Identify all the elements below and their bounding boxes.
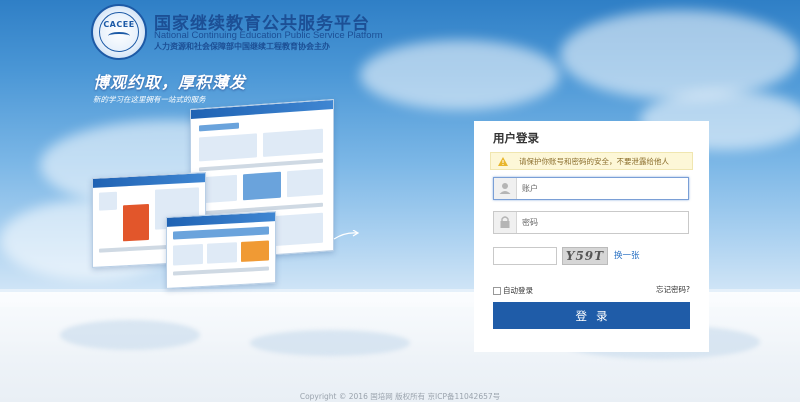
auto-login-label: 自动登录	[503, 286, 533, 295]
user-icon	[494, 178, 517, 199]
login-title: 用户登录	[493, 131, 539, 145]
site-subtitle: National Continuing Education Public Ser…	[154, 30, 383, 41]
username-input[interactable]	[518, 178, 692, 199]
notice-text: 请保护你账号和密码的安全，不要泄露给他人	[519, 157, 669, 166]
site-organizer: 人力资源和社会保障部中国继续工程教育协会主办	[154, 42, 330, 51]
login-panel: 用户登录 请保护你账号和密码的安全，不要泄露给他人 Y59T 换一张	[474, 121, 709, 352]
warning-icon	[498, 157, 508, 166]
auto-login-checkbox[interactable]	[493, 286, 501, 295]
password-field[interactable]	[493, 211, 692, 234]
login-button[interactable]: 登录	[493, 302, 690, 329]
footer-copyright: Copyright © 2016 国培网 版权所有 京ICP备11042657号	[299, 392, 501, 401]
captcha-input[interactable]	[493, 247, 557, 265]
site-logo: CACEE	[91, 4, 147, 60]
lock-icon	[494, 212, 517, 233]
username-field[interactable]	[493, 177, 692, 200]
forgot-password-link[interactable]: 忘记密码?	[656, 284, 690, 295]
banner-slogan: 博观约取，厚积薄发	[93, 73, 247, 92]
banner-tagline: 新的学习在这里拥有一站式的服务	[93, 95, 206, 104]
security-notice: 请保护你账号和密码的安全，不要泄露给他人	[490, 152, 693, 170]
captcha-refresh-link[interactable]: 换一张	[614, 249, 640, 261]
password-input[interactable]	[518, 212, 692, 233]
logo-text: CACEE	[103, 20, 135, 29]
auto-login-option[interactable]: 自动登录	[493, 285, 533, 296]
captcha-image[interactable]: Y59T	[562, 247, 608, 265]
